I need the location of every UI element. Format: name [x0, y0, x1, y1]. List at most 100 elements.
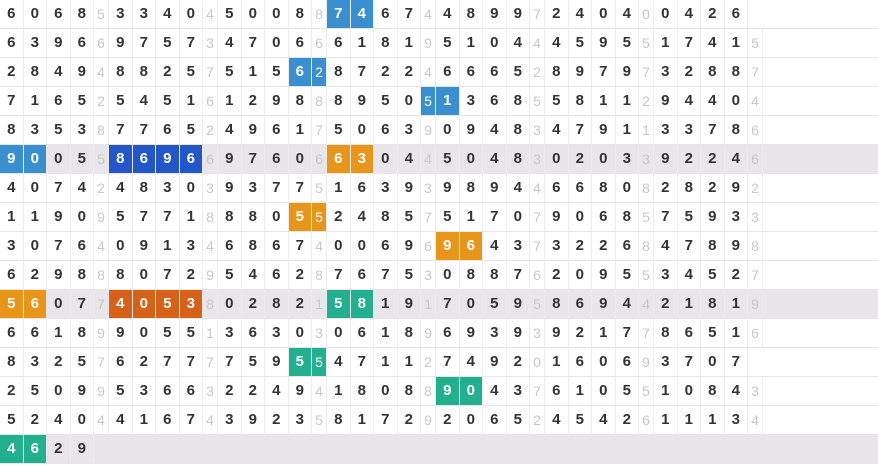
digit-cell: 2: [616, 406, 639, 434]
separator-digit: 5: [639, 29, 654, 57]
digit-cell: 9: [545, 203, 569, 231]
separator-digit: 8: [203, 290, 218, 318]
grid-row: 52404416743923581729206524542611134: [0, 406, 878, 435]
digit-cell: 6: [436, 58, 460, 86]
digit-cell: 4: [678, 261, 701, 289]
separator-digit: 4: [639, 290, 654, 318]
digit-cell: 1: [725, 29, 748, 57]
digit-cell: 6: [616, 232, 639, 260]
digit-cell: 4: [678, 0, 701, 28]
separator-digit: 3: [203, 29, 218, 57]
digit-cell: 8: [242, 203, 265, 231]
digit-cell: 0: [398, 87, 421, 115]
digit-cell: 5: [616, 261, 639, 289]
digit-cell: 8: [398, 319, 421, 347]
digit-cell: 9: [483, 348, 507, 376]
digit-cell: 8: [327, 58, 351, 86]
digit-cell: 8: [507, 116, 530, 144]
digit-cell: 1: [374, 348, 398, 376]
digit-cell: 9: [592, 116, 616, 144]
digit-cell: 0: [460, 290, 483, 318]
separator-digit: 7: [94, 290, 109, 318]
digit-cell: 0: [180, 174, 203, 202]
digit-cell: 3: [289, 406, 312, 434]
digit-cell: 6: [71, 232, 94, 260]
grid-row: 66189905513630306189693939217786516: [0, 319, 878, 348]
digit-cell: 3: [725, 406, 748, 434]
digit-cell: 5: [180, 58, 203, 86]
separator-digit: 5: [639, 261, 654, 289]
separator-digit: 5: [639, 203, 654, 231]
digit-cell: 0: [569, 261, 592, 289]
digit-cell: 7: [265, 174, 289, 202]
digit-cell: 7: [133, 29, 156, 57]
digit-cell: 1: [616, 87, 639, 115]
separator-digit: 1: [312, 290, 327, 318]
digit-cell: 7: [180, 348, 203, 376]
grid-row: 40742483039377516393989446680828292: [0, 174, 878, 203]
digit-cell: 4: [47, 58, 71, 86]
digit-cell: 3: [654, 116, 678, 144]
separator-digit: 3: [639, 145, 654, 173]
digit-cell: 5: [156, 29, 180, 57]
digit-cell: 1: [327, 174, 351, 202]
digit-cell: 6: [569, 174, 592, 202]
digit-cell: 4: [483, 377, 507, 405]
digit-cell: 0: [71, 406, 94, 434]
digit-cell: 4: [242, 261, 265, 289]
digit-cell: 3: [218, 406, 242, 434]
digit-cell: 6: [265, 261, 289, 289]
digit-cell: 0: [351, 232, 374, 260]
separator-digit: 5: [312, 174, 327, 202]
separator-digit: 8: [639, 174, 654, 202]
digit-cell: 6: [592, 203, 616, 231]
digit-cell: 1: [351, 29, 374, 57]
digit-cell: 3: [507, 232, 530, 260]
digit-cell: 2: [507, 348, 530, 376]
digit-cell: 4: [678, 87, 701, 115]
digit-cell: 9: [569, 58, 592, 86]
separator-digit: 3: [530, 145, 545, 173]
digit-cell: 8: [71, 319, 94, 347]
separator-digit: 6: [530, 261, 545, 289]
digit-cell: 9: [592, 29, 616, 57]
digit-cell: 9: [460, 116, 483, 144]
digit-cell: 7: [218, 348, 242, 376]
digit-cell: 5: [436, 145, 460, 173]
digit-cell: 2: [545, 0, 569, 28]
digit-cell: 0: [374, 145, 398, 173]
digit-cell: 6: [351, 319, 374, 347]
digit-cell: 7: [289, 174, 312, 202]
digit-cell: 6: [47, 0, 71, 28]
separator-digit: 6: [421, 232, 436, 260]
digit-cell: 3: [180, 232, 203, 260]
digit-cell: 4: [71, 174, 94, 202]
digit-cell: 8: [351, 377, 374, 405]
digit-cell: 9: [242, 116, 265, 144]
digit-cell: 0: [592, 377, 616, 405]
digit-cell: 7: [569, 116, 592, 144]
digit-cell: 1: [436, 87, 460, 115]
digit-cell: 8: [725, 116, 748, 144]
digit-cell: 1: [701, 406, 725, 434]
grid-row: 8325762777759554711274920160693707: [0, 348, 878, 377]
digit-cell: 1: [24, 87, 47, 115]
number-grid: 6068533404500887467448997240400426639669…: [0, 0, 878, 467]
digit-cell: 5: [242, 348, 265, 376]
separator-digit: 5: [639, 377, 654, 405]
digit-cell: 7: [242, 145, 265, 173]
digit-cell: 3: [265, 319, 289, 347]
digit-cell: 2: [156, 58, 180, 86]
separator-digit: 3: [203, 174, 218, 202]
digit-cell: 5: [483, 290, 507, 318]
digit-cell: 9: [725, 174, 748, 202]
separator-digit: 4: [203, 406, 218, 434]
digit-cell: 5: [24, 377, 47, 405]
digit-cell: 1: [218, 87, 242, 115]
digit-cell: 5: [218, 58, 242, 86]
separator-digit: 5: [748, 29, 763, 57]
digit-cell: 0: [678, 377, 701, 405]
digit-cell: 7: [701, 116, 725, 144]
digit-cell: 3: [398, 116, 421, 144]
digit-cell: 7: [242, 29, 265, 57]
